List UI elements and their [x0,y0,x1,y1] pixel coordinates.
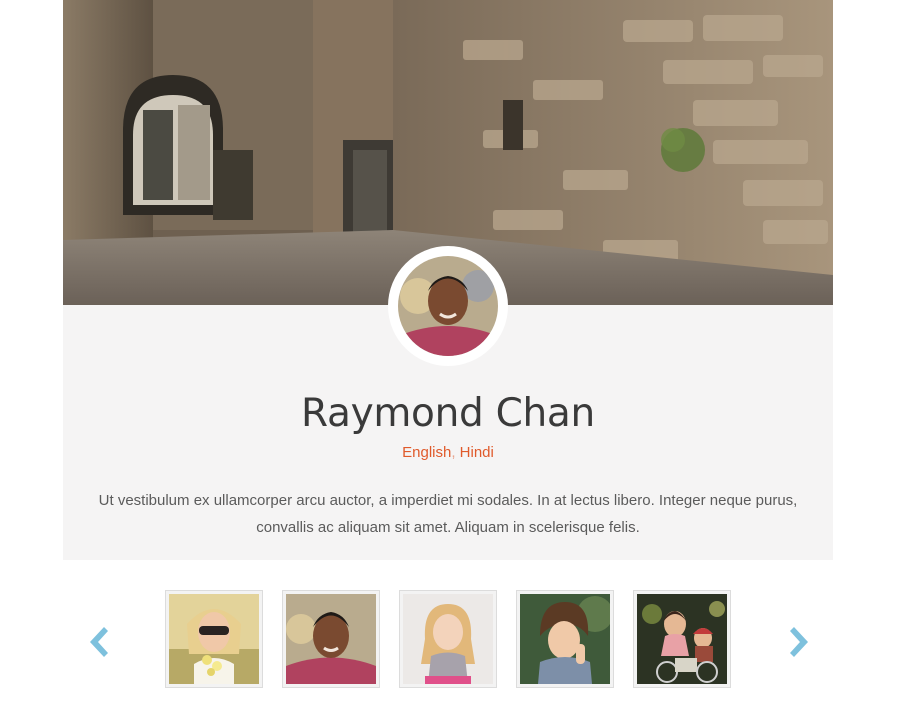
thumbnail-4[interactable] [516,590,614,688]
thumbnail-photo [169,594,259,684]
language-link-english[interactable]: English [402,444,451,461]
profile-bio: Ut vestibulum ex ullamcorper arcu auctor… [98,492,798,536]
thumbnail-photo [286,594,376,684]
profile-avatar [388,246,508,366]
avatar-photo [398,256,498,356]
language-link-hindi[interactable]: Hindi [460,444,494,461]
thumbnail-2[interactable] [282,590,380,688]
thumbnail-photo [403,594,493,684]
language-list: English, Hindi [63,443,833,463]
thumbnail-1[interactable] [165,590,263,688]
thumbnail-photo [637,594,727,684]
profile-card: Raymond Chan English, Hindi Ut vestibulu… [63,0,833,560]
profile-name: Raymond Chan [301,391,595,436]
thumbnail-5[interactable] [633,590,731,688]
thumbnail-carousel [0,590,898,690]
thumbnail-photo [520,594,610,684]
language-separator: , [451,444,456,461]
thumbnail-3[interactable] [399,590,497,688]
